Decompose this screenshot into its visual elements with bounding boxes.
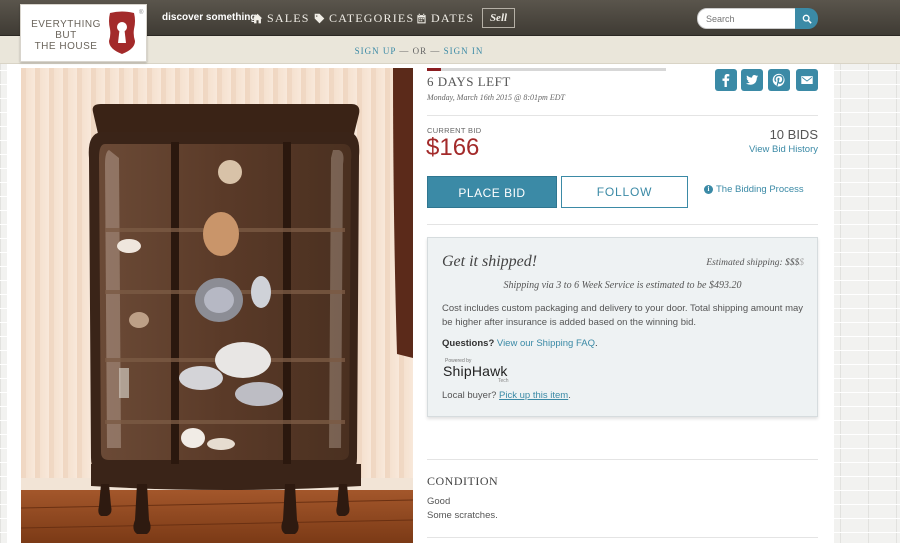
shipping-service-estimate: Shipping via 3 to 6 Week Service is esti… [503, 280, 742, 291]
nav-categories-label: CATEGORIES [329, 11, 415, 25]
local-buyer-end: . [568, 390, 571, 401]
shipping-title: Get it shipped! [442, 253, 538, 270]
pinterest-share-button[interactable] [768, 69, 790, 91]
logo-text: EVERYTHING BUT THE HOUSE [31, 19, 101, 52]
product-photo[interactable] [21, 68, 413, 543]
twitter-icon [745, 75, 759, 85]
sign-up-link[interactable]: SIGN UP [355, 46, 396, 56]
nav-dates-label: DATES [431, 11, 475, 25]
auction-end-date: Monday, March 16th 2015 @ 8:01pm EDT [427, 93, 565, 102]
time-remaining-bar [427, 68, 666, 71]
search-input[interactable] [697, 8, 797, 29]
estimated-shipping: Estimated shipping: $$$$ [706, 258, 804, 268]
shipping-questions: Questions? View our Shipping FAQ. [442, 338, 598, 349]
estimated-shipping-label: Estimated shipping: [706, 258, 785, 268]
shipping-questions-label: Questions? [442, 338, 495, 349]
shipping-questions-end: . [594, 338, 598, 349]
estimated-shipping-dim: $ [799, 258, 804, 268]
view-bid-history-link[interactable]: View Bid History [700, 144, 818, 155]
bid-count: 10 BIDS [769, 127, 818, 142]
pick-up-item-link[interactable]: Pick up this item [499, 390, 568, 401]
bidding-process-label: The Bidding Process [716, 184, 804, 195]
nav-categories-link[interactable]: CATEGORIES [314, 11, 414, 26]
facebook-share-button[interactable] [715, 69, 737, 91]
auth-separator: — OR — [399, 46, 441, 56]
estimated-shipping-value: $$$ [785, 258, 800, 268]
condition-notes: Some scratches. [427, 510, 498, 521]
sign-in-link[interactable]: SIGN IN [444, 46, 484, 56]
logo-registered-mark: ® [139, 10, 144, 16]
keyhole-shield-icon [109, 11, 135, 54]
info-icon: i [704, 185, 713, 194]
envelope-icon [801, 76, 813, 84]
days-left: 6 DAYS LEFT [427, 74, 511, 89]
condition-title: CONDITION [427, 474, 499, 488]
shipping-panel: Get it shipped! Estimated shipping: $$$$… [427, 237, 818, 417]
tag-icon [314, 13, 325, 24]
bidding-process-link[interactable]: i The Bidding Process [704, 184, 804, 195]
nav-dates-link[interactable]: DATES [416, 11, 474, 26]
site-logo[interactable]: EVERYTHING BUT THE HOUSE ® [20, 4, 147, 62]
local-buyer-pickup: Local buyer? Pick up this item. [442, 390, 571, 401]
shipping-cost-note: Cost includes custom packaging and deliv… [442, 303, 804, 328]
local-buyer-label: Local buyer? [442, 390, 497, 401]
divider [427, 459, 818, 460]
place-bid-button[interactable]: PLACE BID [427, 176, 557, 208]
curio-cabinet-image [21, 68, 413, 543]
twitter-share-button[interactable] [741, 69, 763, 91]
search-icon [802, 14, 812, 24]
divider [427, 224, 818, 225]
nav-sales-label: SALES [267, 11, 310, 25]
condition-grade: Good [427, 496, 451, 507]
search-button[interactable] [795, 8, 818, 29]
divider [427, 115, 818, 116]
email-share-button[interactable] [796, 69, 818, 91]
logo-text-line-2: BUT [55, 30, 77, 41]
calendar-icon [417, 13, 426, 24]
follow-button[interactable]: FOLLOW [561, 176, 688, 208]
shiphawk-name: ShipHawk [443, 363, 508, 379]
pinterest-icon [772, 73, 785, 87]
shiphawk-logo: Powered by ShipHawk Tech [443, 358, 523, 386]
home-icon [252, 13, 263, 24]
nav-sales-link[interactable]: SALES [252, 11, 310, 26]
shiphawk-tech: Tech [498, 378, 509, 384]
logo-text-line-1: EVERYTHING [31, 19, 101, 30]
facebook-icon [722, 74, 730, 87]
nav-discover-link[interactable]: discover something [162, 12, 256, 23]
time-remaining-fill [427, 68, 442, 71]
current-bid-amount: $166 [426, 134, 480, 161]
sell-button[interactable]: Sell [482, 8, 515, 28]
logo-text-line-3: THE HOUSE [34, 41, 98, 52]
divider [427, 537, 818, 538]
shipping-faq-link[interactable]: View our Shipping FAQ [497, 338, 595, 349]
